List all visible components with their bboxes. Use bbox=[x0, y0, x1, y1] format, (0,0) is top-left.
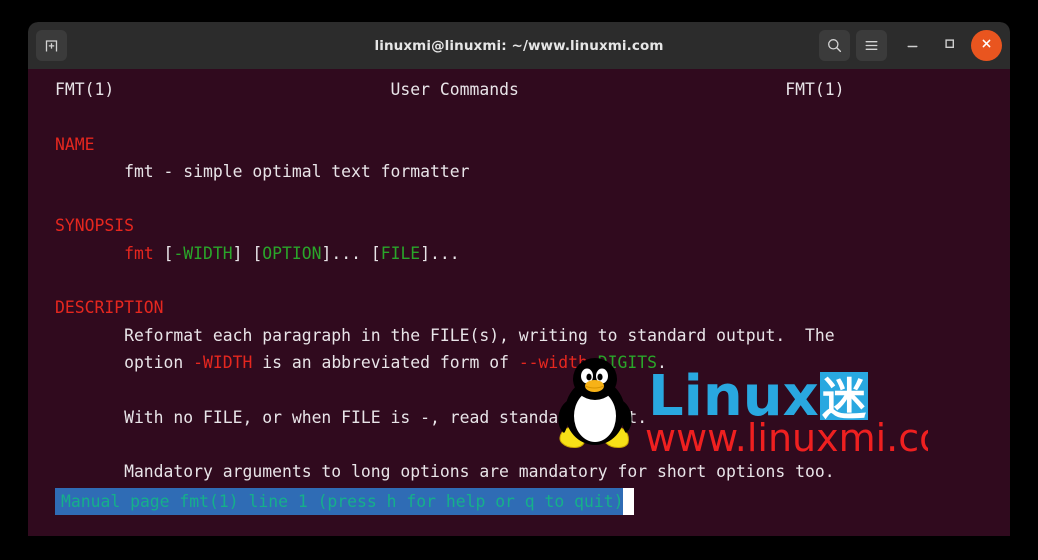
maximize-button[interactable] bbox=[934, 30, 965, 61]
description-line-1: Reformat each paragraph in the FILE(s), … bbox=[55, 325, 835, 345]
man-header-center: User Commands bbox=[390, 80, 519, 99]
synopsis-sep-2: ] [ bbox=[232, 243, 263, 263]
less-status-bar: Manual page fmt(1) line 1 (press h for h… bbox=[55, 488, 635, 515]
man-header-left: FMT(1) bbox=[55, 80, 115, 99]
titlebar-left-controls bbox=[28, 30, 67, 61]
synopsis-sep-4: ]... bbox=[420, 243, 460, 263]
search-button[interactable] bbox=[819, 30, 850, 61]
description-line-2-pre: option bbox=[55, 352, 194, 372]
close-icon bbox=[979, 36, 994, 55]
synopsis-arg-width: -WIDTH bbox=[173, 243, 233, 263]
synopsis-line: fmt [-WIDTH] [OPTION]... [FILE]... bbox=[55, 244, 460, 263]
description-line-2: option -WIDTH is an abbreviated form of … bbox=[55, 353, 667, 372]
description-line-2-end: . bbox=[656, 352, 667, 372]
terminal-window: linuxmi@linuxmi: ~/www.linuxmi.com FMT(1… bbox=[28, 22, 1010, 536]
section-heading-description: DESCRIPTION bbox=[55, 298, 164, 318]
synopsis-arg-option: OPTION bbox=[262, 243, 322, 263]
synopsis-arg-file: FILE bbox=[380, 243, 421, 263]
description-arg-digits: DIGITS bbox=[597, 352, 657, 372]
man-page-text: FMT(1) User Commands FMT(1) NAME fmt - s… bbox=[28, 76, 1010, 485]
description-line-4: Mandatory arguments to long options are … bbox=[55, 462, 835, 482]
title-bar: linuxmi@linuxmi: ~/www.linuxmi.com bbox=[28, 22, 1010, 69]
new-tab-button[interactable] bbox=[36, 30, 67, 61]
less-status-text: Manual page fmt(1) line 1 (press h for h… bbox=[55, 488, 624, 515]
man-header-gap1 bbox=[114, 80, 390, 99]
description-opt-width: -WIDTH bbox=[193, 352, 253, 372]
man-header-gap2 bbox=[519, 80, 785, 99]
hamburger-menu-icon bbox=[863, 37, 880, 54]
man-header-line: FMT(1) User Commands FMT(1) bbox=[55, 80, 844, 99]
section-heading-synopsis: SYNOPSIS bbox=[55, 216, 134, 236]
description-equals: = bbox=[587, 352, 598, 372]
minimize-button[interactable] bbox=[897, 30, 928, 61]
man-header-right: FMT(1) bbox=[785, 80, 845, 99]
titlebar-right-controls bbox=[819, 22, 1002, 69]
description-line-2-mid: is an abbreviated form of bbox=[252, 352, 519, 372]
terminal-cursor bbox=[623, 488, 635, 515]
synopsis-sep-3: ]... [ bbox=[321, 243, 381, 263]
synopsis-indent bbox=[55, 244, 124, 263]
section-heading-name: NAME bbox=[55, 134, 95, 154]
new-tab-icon bbox=[43, 37, 60, 54]
section-body-name: fmt - simple optimal text formatter bbox=[55, 161, 470, 181]
terminal-content-area[interactable]: FMT(1) User Commands FMT(1) NAME fmt - s… bbox=[28, 69, 1010, 536]
synopsis-command: fmt bbox=[124, 243, 154, 263]
menu-button[interactable] bbox=[856, 30, 887, 61]
maximize-icon bbox=[942, 36, 957, 55]
close-button[interactable] bbox=[971, 30, 1002, 61]
synopsis-sep-1: [ bbox=[153, 243, 174, 263]
description-line-3: With no FILE, or when FILE is -, read st… bbox=[55, 407, 648, 427]
search-icon bbox=[826, 37, 843, 54]
minimize-icon bbox=[905, 36, 920, 55]
description-longopt-width: --width bbox=[518, 352, 588, 372]
